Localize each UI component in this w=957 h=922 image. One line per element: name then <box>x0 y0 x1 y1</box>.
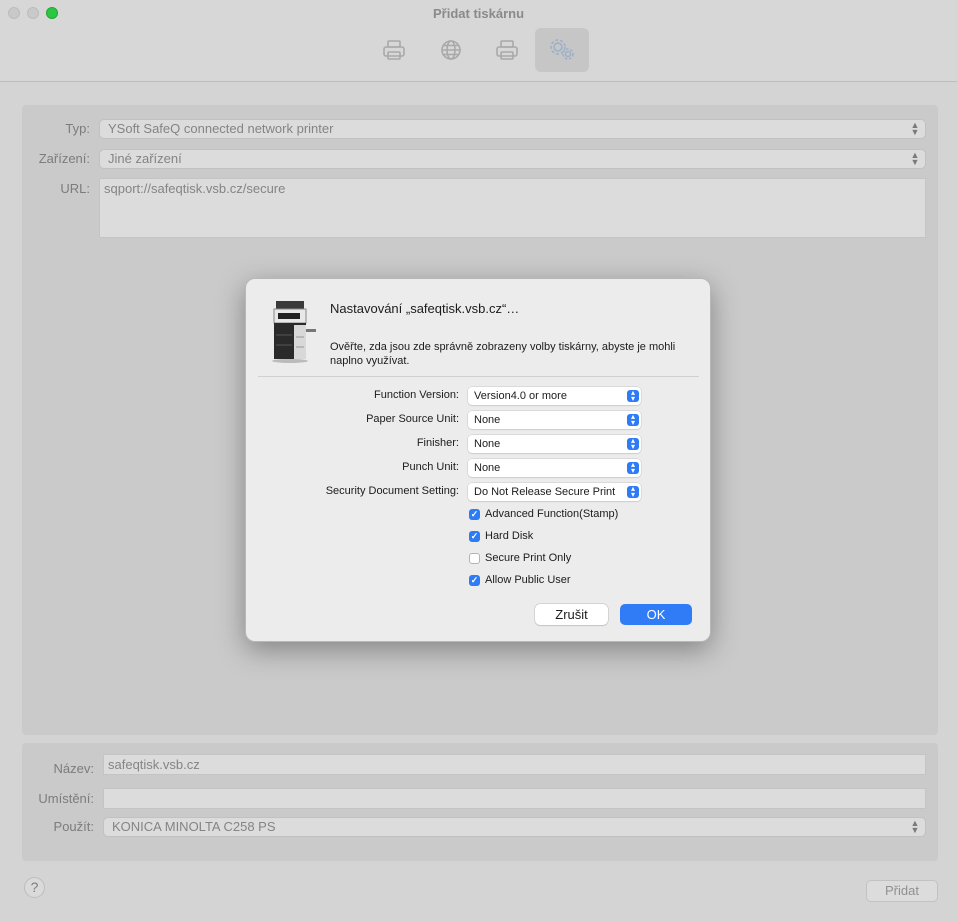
chevron-updown-icon: ▴ ▾ <box>627 485 639 499</box>
printer-device-icon <box>272 301 316 363</box>
add-printer-window: Přidat tiskárnu Typ: YSoft SafeQ connect… <box>0 0 957 922</box>
paper-source-unit-value: None <box>474 414 501 426</box>
device-popup[interactable]: Jiné zařízení ▲ ▼ <box>99 149 926 169</box>
url-value: sqport://safeqtisk.vsb.cz/secure <box>104 181 286 196</box>
secure-print-only-checkbox[interactable] <box>469 552 480 564</box>
ip-globe-icon <box>441 40 461 60</box>
window-title: Přidat tiskárnu <box>432 6 525 21</box>
name-value: safeqtisk.vsb.cz <box>108 757 200 772</box>
use-driver-popup[interactable]: KONICA MINOLTA C258 PS ▲ ▼ <box>103 817 926 837</box>
chevron-updown-icon: ▴ ▾ <box>627 437 639 451</box>
device-value: Jiné zařízení <box>108 151 182 166</box>
punch-unit-value: None <box>474 462 501 474</box>
dialog-message: Ověřte, zda jsou zde správně zobrazeny v… <box>330 341 676 367</box>
chevron-updown-icon: ▴ ▾ <box>627 413 639 427</box>
printer-setup-dialog: Nastavování „safeqtisk.vsb.cz“… Ověřte, … <box>245 278 711 642</box>
paper-source-unit-label: Paper Source Unit: <box>366 413 459 425</box>
hard-disk-checkbox-row[interactable]: ✓ Hard Disk <box>469 530 533 542</box>
dialog-title: Nastavování „safeqtisk.vsb.cz“… <box>330 301 520 316</box>
chevron-updown-icon: ▲ ▼ <box>910 120 920 137</box>
allow-public-user-checkbox[interactable]: ✓ <box>469 574 480 586</box>
hard-disk-checkbox[interactable]: ✓ <box>469 530 480 542</box>
name-field[interactable]: safeqtisk.vsb.cz <box>103 754 926 775</box>
type-value: YSoft SafeQ connected network printer <box>108 121 334 136</box>
url-label: URL: <box>60 181 90 196</box>
cancel-button[interactable]: Zrušit <box>535 604 608 625</box>
location-label: Umístění: <box>38 791 94 806</box>
toolbar-windows-button[interactable] <box>480 28 534 72</box>
add-button[interactable]: Přidat <box>866 880 938 902</box>
toolbar-advanced-button[interactable] <box>535 28 589 72</box>
finisher-label: Finisher: <box>416 437 459 449</box>
toolbar-ip-button[interactable] <box>424 28 478 72</box>
device-label: Zařízení: <box>38 151 90 166</box>
function-version-popup[interactable]: Version4.0 or more ▴ ▾ <box>468 387 641 405</box>
divider <box>258 376 699 377</box>
chevron-updown-icon: ▲ ▼ <box>910 818 920 835</box>
windows-printer-icon <box>496 40 518 60</box>
hard-disk-label: Hard Disk <box>485 530 534 542</box>
url-field[interactable]: sqport://safeqtisk.vsb.cz/secure <box>99 178 926 238</box>
allow-public-user-label: Allow Public User <box>485 574 571 586</box>
help-button[interactable]: ? <box>24 877 45 898</box>
secure-print-only-checkbox-row[interactable]: Secure Print Only <box>469 552 571 564</box>
finisher-value: None <box>474 438 501 450</box>
chevron-updown-icon: ▲ ▼ <box>910 150 920 167</box>
function-version-label: Function Version: <box>374 389 459 401</box>
use-value: KONICA MINOLTA C258 PS <box>112 819 276 834</box>
finisher-popup[interactable]: None ▴ ▾ <box>468 435 641 453</box>
advanced-function-checkbox[interactable]: ✓ <box>469 508 480 520</box>
paper-source-unit-popup[interactable]: None ▴ ▾ <box>468 411 641 429</box>
type-popup[interactable]: YSoft SafeQ connected network printer ▲ ▼ <box>99 119 926 139</box>
chevron-updown-icon: ▴ ▾ <box>627 389 639 403</box>
type-label: Typ: <box>65 121 90 136</box>
secure-print-only-label: Secure Print Only <box>485 552 572 564</box>
chevron-updown-icon: ▴ ▾ <box>627 461 639 475</box>
default-printer-icon <box>383 40 405 60</box>
toolbar-default-button[interactable] <box>367 28 421 72</box>
location-field[interactable] <box>103 788 926 809</box>
name-label: Název: <box>53 761 94 776</box>
punch-unit-popup[interactable]: None ▴ ▾ <box>468 459 641 477</box>
security-document-setting-label: Security Document Setting: <box>325 485 459 497</box>
function-version-value: Version4.0 or more <box>474 390 567 402</box>
advanced-function-label: Advanced Function(Stamp) <box>485 508 619 520</box>
advanced-gears-icon <box>550 39 574 60</box>
security-document-setting-value: Do Not Release Secure Print <box>474 486 616 498</box>
allow-public-user-checkbox-row[interactable]: ✓ Allow Public User <box>469 574 571 586</box>
security-document-setting-popup[interactable]: Do Not Release Secure Print ▴ ▾ <box>468 483 641 501</box>
ok-button[interactable]: OK <box>620 604 692 625</box>
advanced-function-checkbox-row[interactable]: ✓ Advanced Function(Stamp) <box>469 508 618 520</box>
use-label: Použít: <box>53 819 94 834</box>
titlebar: Přidat tiskárnu <box>0 0 957 82</box>
punch-unit-label: Punch Unit: <box>402 461 459 473</box>
